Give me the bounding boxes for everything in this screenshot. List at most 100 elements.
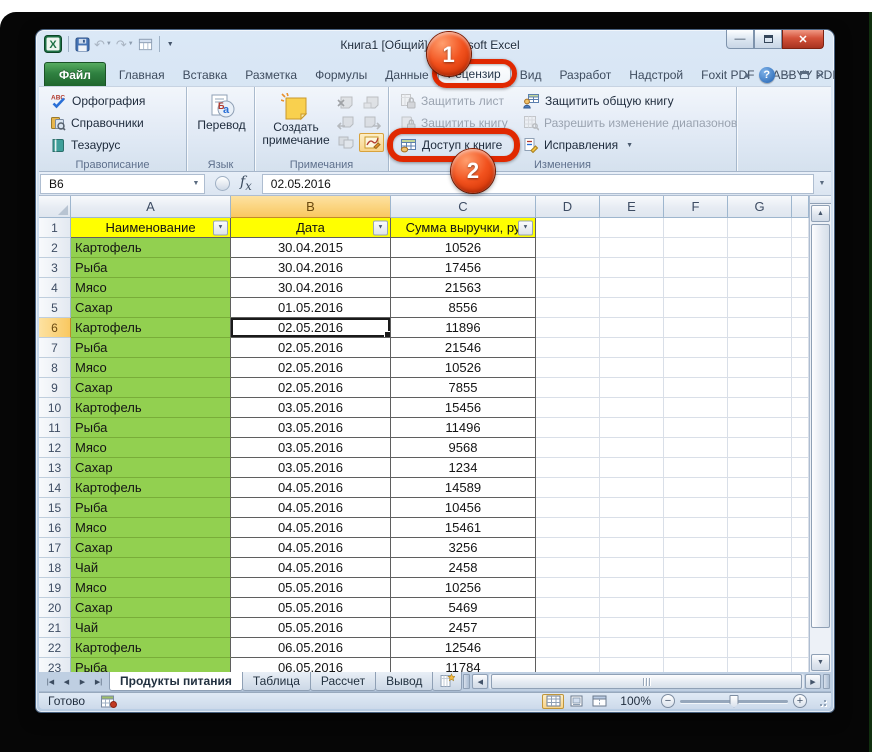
- excel-logo-icon[interactable]: X: [44, 35, 62, 53]
- cell-F11[interactable]: [664, 418, 728, 438]
- cell-A8[interactable]: Мясо: [71, 358, 231, 378]
- cell-C3[interactable]: 17456: [391, 258, 536, 278]
- share-workbook-button[interactable]: Доступ к книге 2: [387, 128, 520, 193]
- cell-filler[interactable]: [792, 518, 809, 538]
- cell-C19[interactable]: 10256: [391, 578, 536, 598]
- cell-B21[interactable]: 05.05.2016: [231, 618, 391, 638]
- restore-button[interactable]: [754, 30, 782, 49]
- cell-filler[interactable]: [792, 618, 809, 638]
- cell-filler[interactable]: [792, 298, 809, 318]
- cell-F10[interactable]: [664, 398, 728, 418]
- cell-G4[interactable]: [728, 278, 792, 298]
- cell-D18[interactable]: [536, 558, 600, 578]
- cell-filler[interactable]: [792, 358, 809, 378]
- cell-filler[interactable]: [792, 578, 809, 598]
- cell-A6[interactable]: Картофель: [71, 318, 231, 338]
- row-header-11[interactable]: 11: [39, 418, 71, 438]
- cell-E18[interactable]: [600, 558, 664, 578]
- ribbon-tab-вид[interactable]: Вид: [511, 64, 551, 86]
- protect-shared-workbook-button[interactable]: Защитить общую книгу: [518, 90, 732, 112]
- cell-filler[interactable]: [792, 638, 809, 658]
- cell-filler[interactable]: [792, 478, 809, 498]
- cell-filler[interactable]: [792, 658, 809, 672]
- cell-F7[interactable]: [664, 338, 728, 358]
- cell-E7[interactable]: [600, 338, 664, 358]
- cell-B10[interactable]: 03.05.2016: [231, 398, 391, 418]
- next-comment-icon[interactable]: [359, 113, 384, 132]
- ribbon-tab-разработ[interactable]: Разработ: [550, 64, 620, 86]
- cell-F12[interactable]: [664, 438, 728, 458]
- cell-F4[interactable]: [664, 278, 728, 298]
- cell-B3[interactable]: 30.04.2016: [231, 258, 391, 278]
- cell-F22[interactable]: [664, 638, 728, 658]
- cell-D12[interactable]: [536, 438, 600, 458]
- cell-filler[interactable]: [792, 458, 809, 478]
- cell-filler[interactable]: [792, 498, 809, 518]
- show-all-comments-icon[interactable]: [333, 133, 358, 152]
- column-header-B[interactable]: B: [231, 196, 391, 218]
- cell-G15[interactable]: [728, 498, 792, 518]
- row-header-23[interactable]: 23: [39, 658, 71, 672]
- cell-D11[interactable]: [536, 418, 600, 438]
- page-layout-view-icon[interactable]: [565, 694, 587, 709]
- cell-F23[interactable]: [664, 658, 728, 672]
- cell-B4[interactable]: 30.04.2016: [231, 278, 391, 298]
- cell-D2[interactable]: [536, 238, 600, 258]
- cell-D3[interactable]: [536, 258, 600, 278]
- cell-D7[interactable]: [536, 338, 600, 358]
- filter-dropdown-icon[interactable]: ▼: [518, 220, 533, 235]
- delete-comment-icon[interactable]: [333, 93, 358, 112]
- cell-G16[interactable]: [728, 518, 792, 538]
- cell-C22[interactable]: 12546: [391, 638, 536, 658]
- scrollbar-split-handle[interactable]: [823, 674, 830, 689]
- ribbon-tab-данные[interactable]: Данные: [376, 64, 437, 86]
- cell-A12[interactable]: Мясо: [71, 438, 231, 458]
- cell-A11[interactable]: Рыба: [71, 418, 231, 438]
- cell-F9[interactable]: [664, 378, 728, 398]
- cell-D1[interactable]: [536, 218, 600, 238]
- next-sheet-icon[interactable]: ▶: [75, 674, 90, 689]
- cell-F1[interactable]: [664, 218, 728, 238]
- cell-filler[interactable]: [792, 238, 809, 258]
- cell-B12[interactable]: 03.05.2016: [231, 438, 391, 458]
- cell-D19[interactable]: [536, 578, 600, 598]
- vertical-scroll-thumb[interactable]: [811, 224, 830, 628]
- cell-F14[interactable]: [664, 478, 728, 498]
- cell-C6[interactable]: 11896: [391, 318, 536, 338]
- zoom-level[interactable]: 100%: [620, 694, 651, 708]
- cell-E15[interactable]: [600, 498, 664, 518]
- row-header-16[interactable]: 16: [39, 518, 71, 538]
- column-header-A[interactable]: A: [71, 196, 231, 218]
- cell-F20[interactable]: [664, 598, 728, 618]
- resize-grip[interactable]: [815, 695, 827, 707]
- cell-G20[interactable]: [728, 598, 792, 618]
- row-header-4[interactable]: 4: [39, 278, 71, 298]
- cell-B9[interactable]: 02.05.2016: [231, 378, 391, 398]
- macro-record-button[interactable]: [100, 695, 117, 708]
- cell-C16[interactable]: 15461: [391, 518, 536, 538]
- cell-D16[interactable]: [536, 518, 600, 538]
- cell-C13[interactable]: 1234: [391, 458, 536, 478]
- row-header-17[interactable]: 17: [39, 538, 71, 558]
- cell-F13[interactable]: [664, 458, 728, 478]
- cell-B15[interactable]: 04.05.2016: [231, 498, 391, 518]
- save-button[interactable]: [75, 36, 90, 52]
- insert-function-icon[interactable]: fx: [240, 174, 252, 193]
- cell-C18[interactable]: 2458: [391, 558, 536, 578]
- cell-F19[interactable]: [664, 578, 728, 598]
- thesaurus-button[interactable]: Тезаурус: [45, 134, 182, 156]
- ribbon-tab-главная[interactable]: Главная: [110, 64, 174, 86]
- minimize-ribbon-icon[interactable]: ▲: [742, 71, 752, 80]
- cell-G3[interactable]: [728, 258, 792, 278]
- insert-worksheet-button[interactable]: [432, 672, 463, 691]
- row-header-8[interactable]: 8: [39, 358, 71, 378]
- cell-E21[interactable]: [600, 618, 664, 638]
- previous-comment-icon[interactable]: [333, 113, 358, 132]
- cell-B20[interactable]: 05.05.2016: [231, 598, 391, 618]
- cell-B18[interactable]: 04.05.2016: [231, 558, 391, 578]
- cell-D23[interactable]: [536, 658, 600, 672]
- cell-F16[interactable]: [664, 518, 728, 538]
- horizontal-scroll-track[interactable]: [489, 674, 804, 689]
- cell-A5[interactable]: Сахар: [71, 298, 231, 318]
- cell-A7[interactable]: Рыба: [71, 338, 231, 358]
